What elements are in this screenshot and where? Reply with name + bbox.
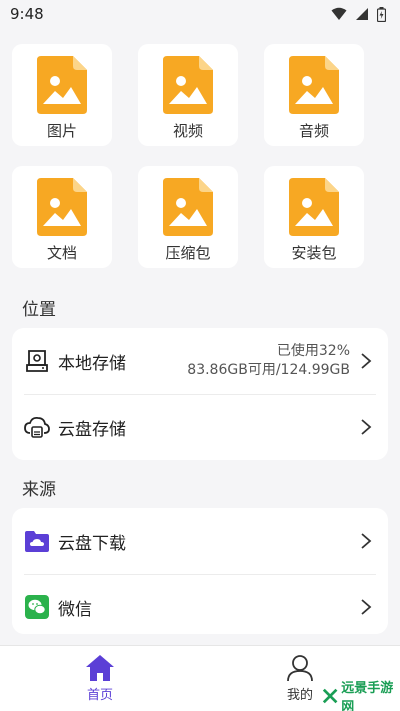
chevron-right-icon xyxy=(361,533,372,549)
category-tile-images[interactable]: 图片 xyxy=(12,44,112,146)
battery-icon xyxy=(377,6,386,22)
image-file-icon xyxy=(163,178,213,236)
category-grid: 图片 视频 音频 文档 压缩包 安装包 xyxy=(12,44,388,268)
status-bar: 9:48 xyxy=(0,0,400,28)
row-label: 云盘下载 xyxy=(58,533,126,554)
image-file-icon xyxy=(37,56,87,114)
nav-home-label: 首页 xyxy=(86,688,113,703)
signal-icon xyxy=(356,8,368,20)
location-item-cloud-storage[interactable]: 云盘存储 xyxy=(12,394,388,460)
watermark-text: 远景手游网 xyxy=(341,681,394,711)
nav-mine-label: 我的 xyxy=(286,688,313,703)
category-tile-videos[interactable]: 视频 xyxy=(138,44,238,146)
category-label: 视频 xyxy=(172,122,203,140)
hard-drive-icon xyxy=(24,348,50,374)
chevron-right-icon xyxy=(361,353,372,369)
section-title-location: 位置 xyxy=(22,300,56,320)
row-label: 本地存储 xyxy=(58,353,126,374)
bottom-nav: 首页 我的 远景手游网 xyxy=(0,645,400,711)
image-file-icon xyxy=(163,56,213,114)
location-item-local-storage[interactable]: 本地存储 已使用32% 83.86GB可用/124.99GB xyxy=(12,328,388,394)
row-label: 云盘存储 xyxy=(58,419,126,440)
image-file-icon xyxy=(289,56,339,114)
watermark: 远景手游网 xyxy=(322,677,400,711)
image-file-icon xyxy=(289,178,339,236)
source-card: 云盘下载 微信 xyxy=(12,508,388,634)
home-icon xyxy=(86,655,114,681)
image-file-icon xyxy=(37,178,87,236)
status-time: 9:48 xyxy=(10,5,44,23)
chevron-right-icon xyxy=(361,419,372,435)
category-label: 安装包 xyxy=(291,244,337,262)
storage-capacity: 83.86GB可用/124.99GB xyxy=(187,362,350,378)
storage-usage-percent: 已使用32% xyxy=(276,343,350,359)
user-icon xyxy=(287,655,313,682)
nav-mine[interactable]: 我的 xyxy=(270,654,330,703)
storage-usage-info: 已使用32% 83.86GB可用/124.99GB xyxy=(187,342,350,380)
category-tile-archives[interactable]: 压缩包 xyxy=(138,166,238,268)
status-icons xyxy=(331,6,386,22)
source-item-cloud-download[interactable]: 云盘下载 xyxy=(12,508,388,574)
nav-home[interactable]: 首页 xyxy=(70,654,130,703)
category-tile-audio[interactable]: 音频 xyxy=(264,44,364,146)
row-label: 微信 xyxy=(58,599,92,620)
wifi-icon xyxy=(331,7,347,20)
category-label: 文档 xyxy=(46,244,77,262)
watermark-logo-icon xyxy=(322,688,338,704)
location-card: 本地存储 已使用32% 83.86GB可用/124.99GB 云盘存储 xyxy=(12,328,388,460)
source-item-wechat[interactable]: 微信 xyxy=(12,574,388,634)
category-tile-documents[interactable]: 文档 xyxy=(12,166,112,268)
category-label: 音频 xyxy=(298,122,329,140)
wechat-icon xyxy=(24,594,50,620)
category-tile-packages[interactable]: 安装包 xyxy=(264,166,364,268)
cloud-drive-icon xyxy=(24,414,50,440)
section-title-source: 来源 xyxy=(22,480,56,500)
cloud-folder-icon xyxy=(24,528,50,554)
category-label: 压缩包 xyxy=(165,244,211,262)
chevron-right-icon xyxy=(361,599,372,615)
category-label: 图片 xyxy=(46,122,77,140)
